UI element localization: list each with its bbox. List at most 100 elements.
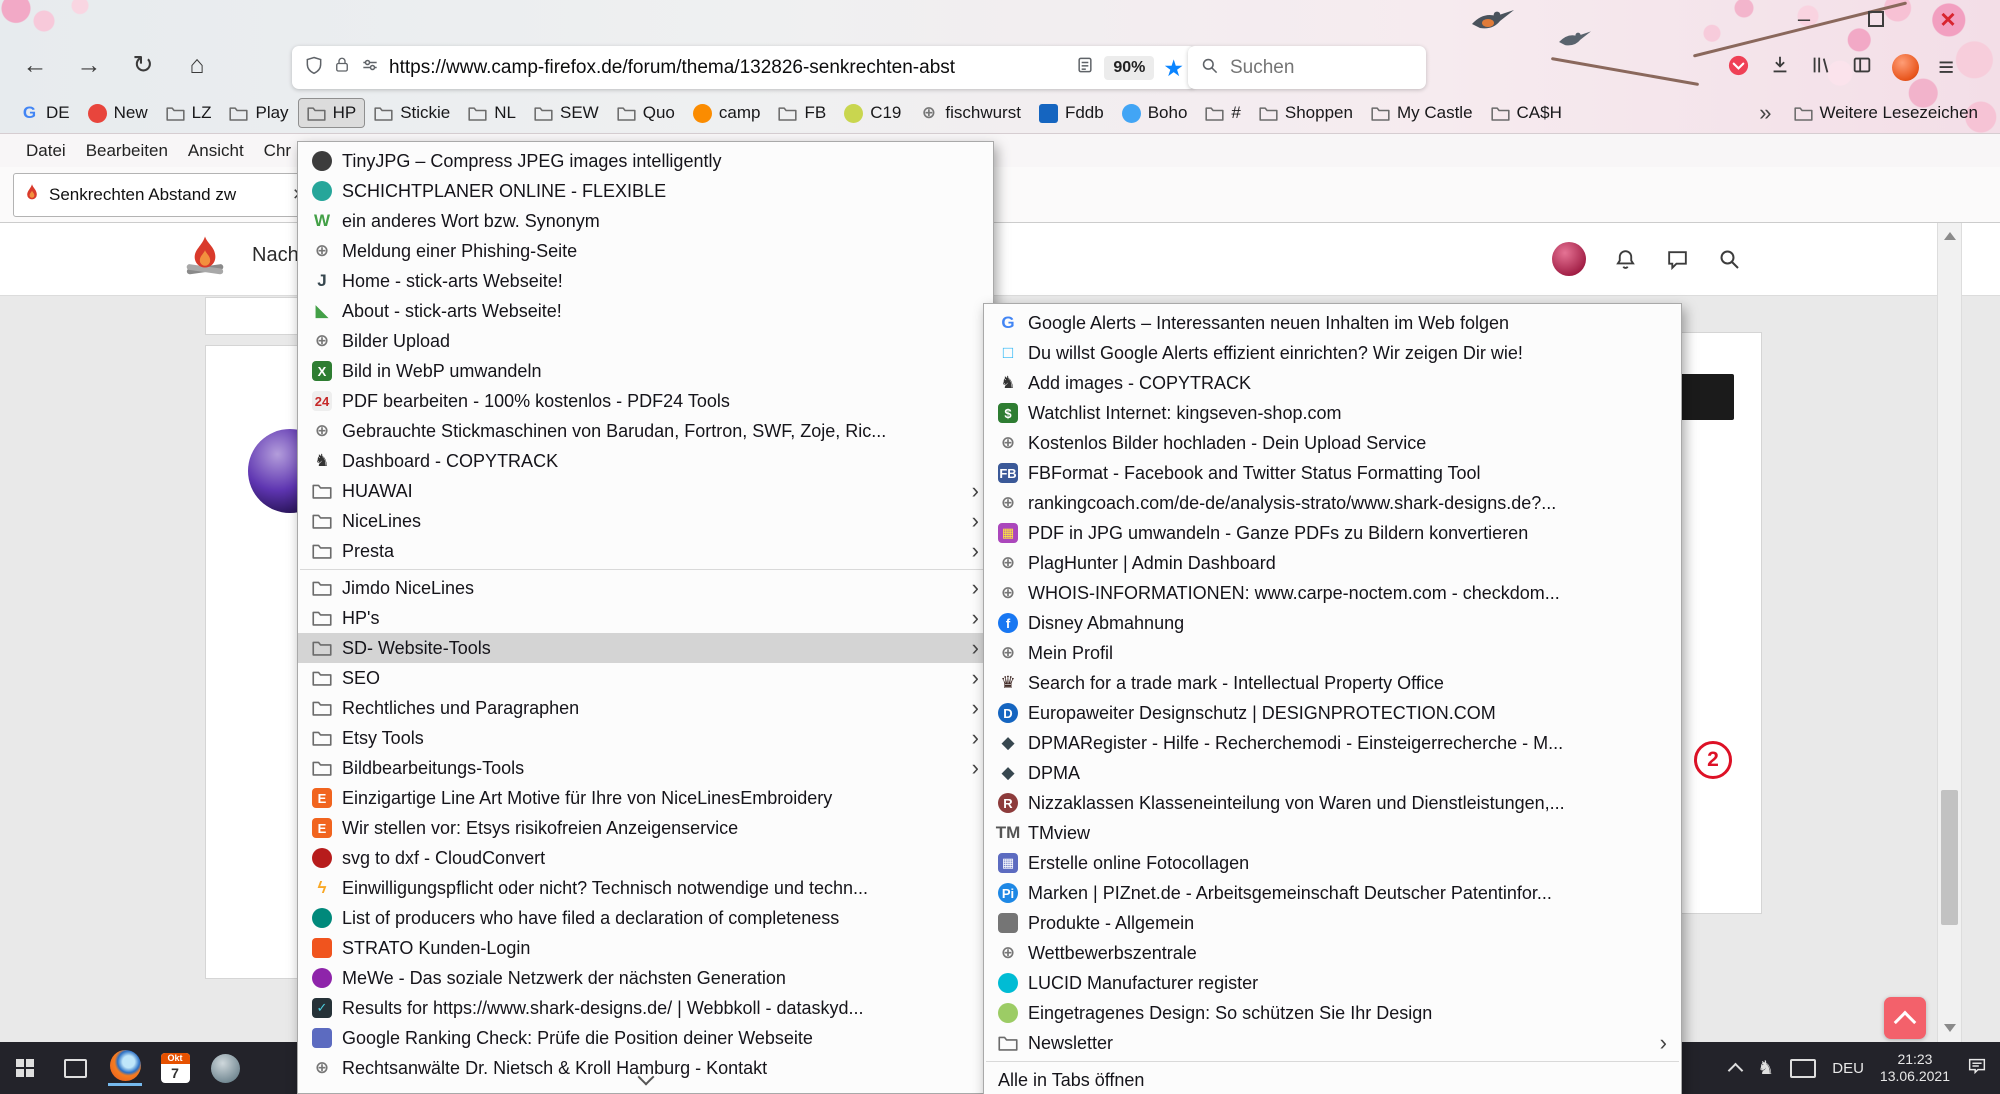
- taskbar-calendar-button[interactable]: Okt 7: [150, 1042, 200, 1094]
- menu-item[interactable]: Newsletter ›: [984, 1028, 1681, 1058]
- menu-item[interactable]: ♞ Add images - COPYTRACK: [984, 368, 1681, 398]
- menu-item[interactable]: MeWe - Das soziale Netzwerk der nächsten…: [298, 963, 993, 993]
- account-avatar[interactable]: [1892, 54, 1919, 81]
- bookmark-toolbar-item[interactable]: HP: [299, 99, 365, 127]
- menu-item[interactable]: SEO ›: [298, 663, 993, 693]
- menu-item[interactable]: Google Ranking Check: Prüfe die Position…: [298, 1023, 993, 1053]
- menu-item[interactable]: 24 PDF bearbeiten - 100% kostenlos - PDF…: [298, 386, 993, 416]
- menubar-item[interactable]: Datei: [16, 136, 76, 166]
- search-input[interactable]: [1228, 56, 1382, 80]
- menu-item[interactable]: svg to dxf - CloudConvert: [298, 843, 993, 873]
- notification-center-icon[interactable]: [1966, 1055, 1988, 1082]
- taskbar-firefox-button[interactable]: [100, 1042, 150, 1094]
- menu-item[interactable]: STRATO Kunden-Login: [298, 933, 993, 963]
- permissions-icon[interactable]: [360, 55, 380, 80]
- menu-item[interactable]: ⊕ WHOIS-INFORMATIONEN: www.carpe-noctem.…: [984, 578, 1681, 608]
- messages-chat-icon[interactable]: [1660, 242, 1694, 276]
- menubar-item[interactable]: Bearbeiten: [76, 136, 178, 166]
- menu-item[interactable]: D Europaweiter Designschutz | DESIGNPROT…: [984, 698, 1681, 728]
- bookmark-toolbar-item[interactable]: Stickie: [366, 99, 458, 127]
- address-bar[interactable]: https://www.camp-firefox.de/forum/thema/…: [292, 46, 1196, 89]
- forward-button[interactable]: →: [68, 44, 110, 86]
- menu-item[interactable]: Presta ›: [298, 536, 993, 566]
- menu-item[interactable]: ⊕ Meldung einer Phishing-Seite: [298, 236, 993, 266]
- menu-item[interactable]: ϟ Einwilligungspflicht oder nicht? Techn…: [298, 873, 993, 903]
- keyboard-language[interactable]: DEU: [1832, 1060, 1864, 1077]
- tab-senkrechten-abstand[interactable]: Senkrechten Abstand zw ×: [13, 173, 319, 217]
- menu-item[interactable]: Etsy Tools ›: [298, 723, 993, 753]
- notifications-bell-icon[interactable]: [1608, 242, 1642, 276]
- menu-item[interactable]: Rechtliches und Paragraphen ›: [298, 693, 993, 723]
- reader-view-icon[interactable]: [1075, 55, 1095, 80]
- lock-icon[interactable]: [333, 56, 351, 79]
- user-avatar[interactable]: [1552, 242, 1586, 276]
- menu-item[interactable]: TM TMview: [984, 818, 1681, 848]
- task-view-button[interactable]: [50, 1042, 100, 1094]
- menu-item[interactable]: LUCID Manufacturer register: [984, 968, 1681, 998]
- menu-item[interactable]: SCHICHTPLANER ONLINE - FLEXIBLE: [298, 176, 993, 206]
- menu-item[interactable]: ✓ Results for https://www.shark-designs.…: [298, 993, 993, 1023]
- keyboard-icon[interactable]: [1790, 1059, 1816, 1078]
- menu-item[interactable]: J Home - stick-arts Webseite!: [298, 266, 993, 296]
- bookmark-toolbar-item[interactable]: CA$H: [1483, 99, 1570, 127]
- menu-item[interactable]: ⊕ PlagHunter | Admin Dashboard: [984, 548, 1681, 578]
- menu-item[interactable]: ⊕ rankingcoach.com/de-de/analysis-strato…: [984, 488, 1681, 518]
- bookmark-toolbar-item[interactable]: ⊕ fischwurst: [911, 99, 1029, 127]
- menu-item[interactable]: R Nizzaklassen Klasseneinteilung von War…: [984, 788, 1681, 818]
- reload-button[interactable]: ↻: [122, 44, 164, 86]
- bookmark-toolbar-item[interactable]: #: [1197, 99, 1248, 127]
- restore-button[interactable]: [1860, 3, 1892, 35]
- pocket-icon[interactable]: [1727, 54, 1750, 82]
- other-bookmarks-folder[interactable]: Weitere Lesezeichen: [1784, 99, 1988, 127]
- menu-item[interactable]: ⊕ Wettbewerbszentrale: [984, 938, 1681, 968]
- forum-nav-label[interactable]: Nach: [252, 244, 299, 267]
- menu-item[interactable]: W ein anderes Wort bzw. Synonym: [298, 206, 993, 236]
- tracking-protection-shield-icon[interactable]: [304, 55, 324, 80]
- close-button[interactable]: ×: [1932, 4, 1964, 34]
- tray-app-icon[interactable]: ♞: [1757, 1057, 1774, 1080]
- menu-item[interactable]: Jimdo NiceLines ›: [298, 573, 993, 603]
- url-text[interactable]: https://www.camp-firefox.de/forum/thema/…: [389, 57, 1066, 79]
- menu-item[interactable]: E Einzigartige Line Art Motive für Ihre …: [298, 783, 993, 813]
- forum-search-icon[interactable]: [1712, 242, 1746, 276]
- menu-item[interactable]: X Bild in WebP umwandeln: [298, 356, 993, 386]
- menu-item[interactable]: $ Watchlist Internet: kingseven-shop.com: [984, 398, 1681, 428]
- menu-item[interactable]: G Google Alerts – Interessanten neuen In…: [984, 308, 1681, 338]
- bookmark-toolbar-item[interactable]: SEW: [526, 99, 607, 127]
- scrollbar-down-button[interactable]: [1938, 1016, 1961, 1040]
- menubar-item[interactable]: Chr: [254, 136, 301, 166]
- bookmark-toolbar-item[interactable]: C19: [836, 99, 909, 127]
- scrollbar-up-button[interactable]: [1938, 224, 1961, 248]
- menu-icon[interactable]: ≡: [1938, 52, 1954, 83]
- scroll-to-top-button[interactable]: [1884, 997, 1926, 1039]
- menu-item[interactable]: ▦ Erstelle online Fotocollagen: [984, 848, 1681, 878]
- library-icon[interactable]: [1810, 54, 1832, 81]
- menu-item[interactable]: SD- Website-Tools ›: [298, 633, 993, 663]
- bookmark-toolbar-item[interactable]: FB: [770, 99, 834, 127]
- menu-item[interactable]: ♛ Search for a trade mark - Intellectual…: [984, 668, 1681, 698]
- start-button[interactable]: [0, 1042, 50, 1094]
- menu-item[interactable]: □ Du willst Google Alerts effizient einr…: [984, 338, 1681, 368]
- menu-item[interactable]: FB FBFormat - Facebook and Twitter Statu…: [984, 458, 1681, 488]
- menu-item[interactable]: ▦ PDF in JPG umwandeln - Ganze PDFs zu B…: [984, 518, 1681, 548]
- bookmark-toolbar-item[interactable]: NL: [460, 99, 524, 127]
- menu-item[interactable]: ⊕ Gebrauchte Stickmaschinen von Barudan,…: [298, 416, 993, 446]
- menu-item[interactable]: NiceLines ›: [298, 506, 993, 536]
- menu-item[interactable]: ♞ Dashboard - COPYTRACK: [298, 446, 993, 476]
- menu-item[interactable]: Bildbearbeitungs-Tools ›: [298, 753, 993, 783]
- zoom-level-button[interactable]: 90%: [1104, 56, 1154, 80]
- bookmarks-overflow-chevron[interactable]: »: [1749, 100, 1781, 126]
- bookmark-toolbar-item[interactable]: LZ: [158, 99, 220, 127]
- taskbar-clock[interactable]: 21:23 13.06.2021: [1880, 1051, 1950, 1085]
- menu-item[interactable]: ⊕ Kostenlos Bilder hochladen - Dein Uplo…: [984, 428, 1681, 458]
- bookmark-toolbar-item[interactable]: camp: [685, 99, 769, 127]
- bookmark-star-icon[interactable]: ★: [1163, 58, 1184, 78]
- menu-item[interactable]: TinyJPG – Compress JPEG images intellige…: [298, 146, 993, 176]
- bookmark-toolbar-item[interactable]: New: [80, 99, 156, 127]
- menubar-item[interactable]: Ansicht: [178, 136, 254, 166]
- sidebar-icon[interactable]: [1851, 54, 1873, 81]
- page-scrollbar[interactable]: [1937, 222, 1962, 1042]
- menu-item[interactable]: List of producers who have filed a decla…: [298, 903, 993, 933]
- menu-item[interactable]: ◆ DPMARegister - Hilfe - Recherchemodi -…: [984, 728, 1681, 758]
- menu-item[interactable]: f Disney Abmahnung: [984, 608, 1681, 638]
